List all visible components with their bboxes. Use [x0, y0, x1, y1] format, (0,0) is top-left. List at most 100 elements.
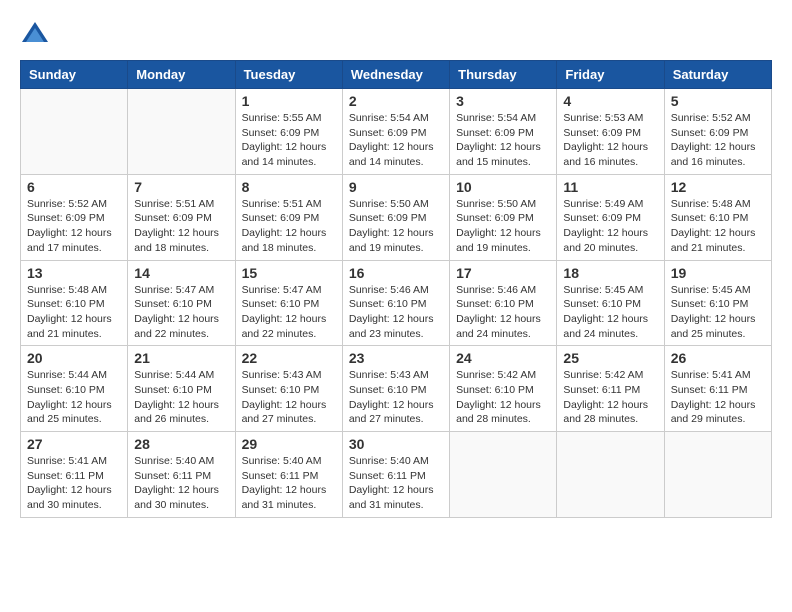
- day-number: 2: [349, 93, 443, 109]
- day-info: Sunrise: 5:51 AM Sunset: 6:09 PM Dayligh…: [242, 197, 336, 256]
- calendar-cell: 22 Sunrise: 5:43 AM Sunset: 6:10 PM Dayli…: [235, 346, 342, 432]
- calendar-day-header: Sunday: [21, 61, 128, 89]
- page-header: [20, 20, 772, 50]
- day-number: 4: [563, 93, 657, 109]
- calendar-header-row: SundayMondayTuesdayWednesdayThursdayFrid…: [21, 61, 772, 89]
- day-info: Sunrise: 5:51 AM Sunset: 6:09 PM Dayligh…: [134, 197, 228, 256]
- day-info: Sunrise: 5:46 AM Sunset: 6:10 PM Dayligh…: [456, 283, 550, 342]
- day-info: Sunrise: 5:55 AM Sunset: 6:09 PM Dayligh…: [242, 111, 336, 170]
- day-info: Sunrise: 5:50 AM Sunset: 6:09 PM Dayligh…: [349, 197, 443, 256]
- calendar-cell: 4 Sunrise: 5:53 AM Sunset: 6:09 PM Daylig…: [557, 89, 664, 175]
- logo: [20, 20, 54, 50]
- day-info: Sunrise: 5:42 AM Sunset: 6:10 PM Dayligh…: [456, 368, 550, 427]
- day-number: 19: [671, 265, 765, 281]
- day-info: Sunrise: 5:49 AM Sunset: 6:09 PM Dayligh…: [563, 197, 657, 256]
- day-number: 29: [242, 436, 336, 452]
- calendar-cell: 29 Sunrise: 5:40 AM Sunset: 6:11 PM Dayli…: [235, 432, 342, 518]
- day-info: Sunrise: 5:43 AM Sunset: 6:10 PM Dayligh…: [242, 368, 336, 427]
- calendar-cell: 20Sunrise: 5:44 AM Sunset: 6:10 PM Dayli…: [21, 346, 128, 432]
- day-number: 10: [456, 179, 550, 195]
- calendar-cell: 16Sunrise: 5:46 AM Sunset: 6:10 PM Dayli…: [342, 260, 449, 346]
- day-info: Sunrise: 5:45 AM Sunset: 6:10 PM Dayligh…: [563, 283, 657, 342]
- calendar-cell: 6 Sunrise: 5:52 AM Sunset: 6:09 PM Daylig…: [21, 174, 128, 260]
- day-info: Sunrise: 5:44 AM Sunset: 6:10 PM Dayligh…: [27, 368, 121, 427]
- day-info: Sunrise: 5:48 AM Sunset: 6:10 PM Dayligh…: [27, 283, 121, 342]
- day-number: 30: [349, 436, 443, 452]
- calendar-cell: 12 Sunrise: 5:48 AM Sunset: 6:10 PM Dayli…: [664, 174, 771, 260]
- day-info: Sunrise: 5:47 AM Sunset: 6:10 PM Dayligh…: [134, 283, 228, 342]
- day-info: Sunrise: 5:40 AM Sunset: 6:11 PM Dayligh…: [242, 454, 336, 513]
- calendar-cell: 3Sunrise: 5:54 AM Sunset: 6:09 PM Daylig…: [450, 89, 557, 175]
- calendar-cell: [450, 432, 557, 518]
- calendar-week-row: 6 Sunrise: 5:52 AM Sunset: 6:09 PM Daylig…: [21, 174, 772, 260]
- calendar-cell: [21, 89, 128, 175]
- day-number: 6: [27, 179, 121, 195]
- day-number: 8: [242, 179, 336, 195]
- calendar-cell: 21 Sunrise: 5:44 AM Sunset: 6:10 PM Dayli…: [128, 346, 235, 432]
- calendar-cell: 13 Sunrise: 5:48 AM Sunset: 6:10 PM Dayli…: [21, 260, 128, 346]
- calendar-cell: 15 Sunrise: 5:47 AM Sunset: 6:10 PM Dayli…: [235, 260, 342, 346]
- day-number: 12: [671, 179, 765, 195]
- day-info: Sunrise: 5:44 AM Sunset: 6:10 PM Dayligh…: [134, 368, 228, 427]
- day-number: 22: [242, 350, 336, 366]
- day-info: Sunrise: 5:41 AM Sunset: 6:11 PM Dayligh…: [671, 368, 765, 427]
- calendar-week-row: 13 Sunrise: 5:48 AM Sunset: 6:10 PM Dayli…: [21, 260, 772, 346]
- calendar-cell: 7 Sunrise: 5:51 AM Sunset: 6:09 PM Daylig…: [128, 174, 235, 260]
- calendar-cell: 17Sunrise: 5:46 AM Sunset: 6:10 PM Dayli…: [450, 260, 557, 346]
- logo-icon: [20, 20, 50, 50]
- calendar-cell: 26 Sunrise: 5:41 AM Sunset: 6:11 PM Dayli…: [664, 346, 771, 432]
- calendar-cell: 30 Sunrise: 5:40 AM Sunset: 6:11 PM Dayli…: [342, 432, 449, 518]
- day-info: Sunrise: 5:43 AM Sunset: 6:10 PM Dayligh…: [349, 368, 443, 427]
- calendar-week-row: 1 Sunrise: 5:55 AM Sunset: 6:09 PM Daylig…: [21, 89, 772, 175]
- day-info: Sunrise: 5:41 AM Sunset: 6:11 PM Dayligh…: [27, 454, 121, 513]
- day-number: 15: [242, 265, 336, 281]
- day-info: Sunrise: 5:52 AM Sunset: 6:09 PM Dayligh…: [671, 111, 765, 170]
- day-info: Sunrise: 5:46 AM Sunset: 6:10 PM Dayligh…: [349, 283, 443, 342]
- calendar-cell: 19 Sunrise: 5:45 AM Sunset: 6:10 PM Dayli…: [664, 260, 771, 346]
- calendar-cell: 10 Sunrise: 5:50 AM Sunset: 6:09 PM Dayli…: [450, 174, 557, 260]
- day-number: 18: [563, 265, 657, 281]
- day-number: 13: [27, 265, 121, 281]
- calendar-table: SundayMondayTuesdayWednesdayThursdayFrid…: [20, 60, 772, 518]
- day-number: 9: [349, 179, 443, 195]
- calendar-week-row: 20Sunrise: 5:44 AM Sunset: 6:10 PM Dayli…: [21, 346, 772, 432]
- calendar-cell: 24 Sunrise: 5:42 AM Sunset: 6:10 PM Dayli…: [450, 346, 557, 432]
- day-info: Sunrise: 5:50 AM Sunset: 6:09 PM Dayligh…: [456, 197, 550, 256]
- calendar-cell: 2 Sunrise: 5:54 AM Sunset: 6:09 PM Daylig…: [342, 89, 449, 175]
- day-info: Sunrise: 5:47 AM Sunset: 6:10 PM Dayligh…: [242, 283, 336, 342]
- calendar-cell: [664, 432, 771, 518]
- day-info: Sunrise: 5:45 AM Sunset: 6:10 PM Dayligh…: [671, 283, 765, 342]
- day-number: 24: [456, 350, 550, 366]
- calendar-cell: [557, 432, 664, 518]
- day-number: 26: [671, 350, 765, 366]
- day-number: 28: [134, 436, 228, 452]
- calendar-day-header: Saturday: [664, 61, 771, 89]
- day-number: 5: [671, 93, 765, 109]
- day-number: 3: [456, 93, 550, 109]
- day-info: Sunrise: 5:40 AM Sunset: 6:11 PM Dayligh…: [349, 454, 443, 513]
- day-info: Sunrise: 5:40 AM Sunset: 6:11 PM Dayligh…: [134, 454, 228, 513]
- calendar-cell: 14 Sunrise: 5:47 AM Sunset: 6:10 PM Dayli…: [128, 260, 235, 346]
- calendar-day-header: Monday: [128, 61, 235, 89]
- day-number: 11: [563, 179, 657, 195]
- calendar-cell: 23 Sunrise: 5:43 AM Sunset: 6:10 PM Dayli…: [342, 346, 449, 432]
- day-number: 1: [242, 93, 336, 109]
- day-info: Sunrise: 5:53 AM Sunset: 6:09 PM Dayligh…: [563, 111, 657, 170]
- calendar-cell: 18 Sunrise: 5:45 AM Sunset: 6:10 PM Dayli…: [557, 260, 664, 346]
- day-number: 21: [134, 350, 228, 366]
- day-number: 14: [134, 265, 228, 281]
- calendar-cell: 9 Sunrise: 5:50 AM Sunset: 6:09 PM Daylig…: [342, 174, 449, 260]
- day-info: Sunrise: 5:48 AM Sunset: 6:10 PM Dayligh…: [671, 197, 765, 256]
- calendar-cell: 27Sunrise: 5:41 AM Sunset: 6:11 PM Dayli…: [21, 432, 128, 518]
- calendar-cell: 25Sunrise: 5:42 AM Sunset: 6:11 PM Dayli…: [557, 346, 664, 432]
- calendar-cell: [128, 89, 235, 175]
- calendar-day-header: Friday: [557, 61, 664, 89]
- day-number: 7: [134, 179, 228, 195]
- calendar-cell: 11 Sunrise: 5:49 AM Sunset: 6:09 PM Dayli…: [557, 174, 664, 260]
- day-info: Sunrise: 5:54 AM Sunset: 6:09 PM Dayligh…: [349, 111, 443, 170]
- calendar-cell: 8 Sunrise: 5:51 AM Sunset: 6:09 PM Daylig…: [235, 174, 342, 260]
- calendar-cell: 5 Sunrise: 5:52 AM Sunset: 6:09 PM Daylig…: [664, 89, 771, 175]
- calendar-day-header: Wednesday: [342, 61, 449, 89]
- day-info: Sunrise: 5:52 AM Sunset: 6:09 PM Dayligh…: [27, 197, 121, 256]
- day-number: 23: [349, 350, 443, 366]
